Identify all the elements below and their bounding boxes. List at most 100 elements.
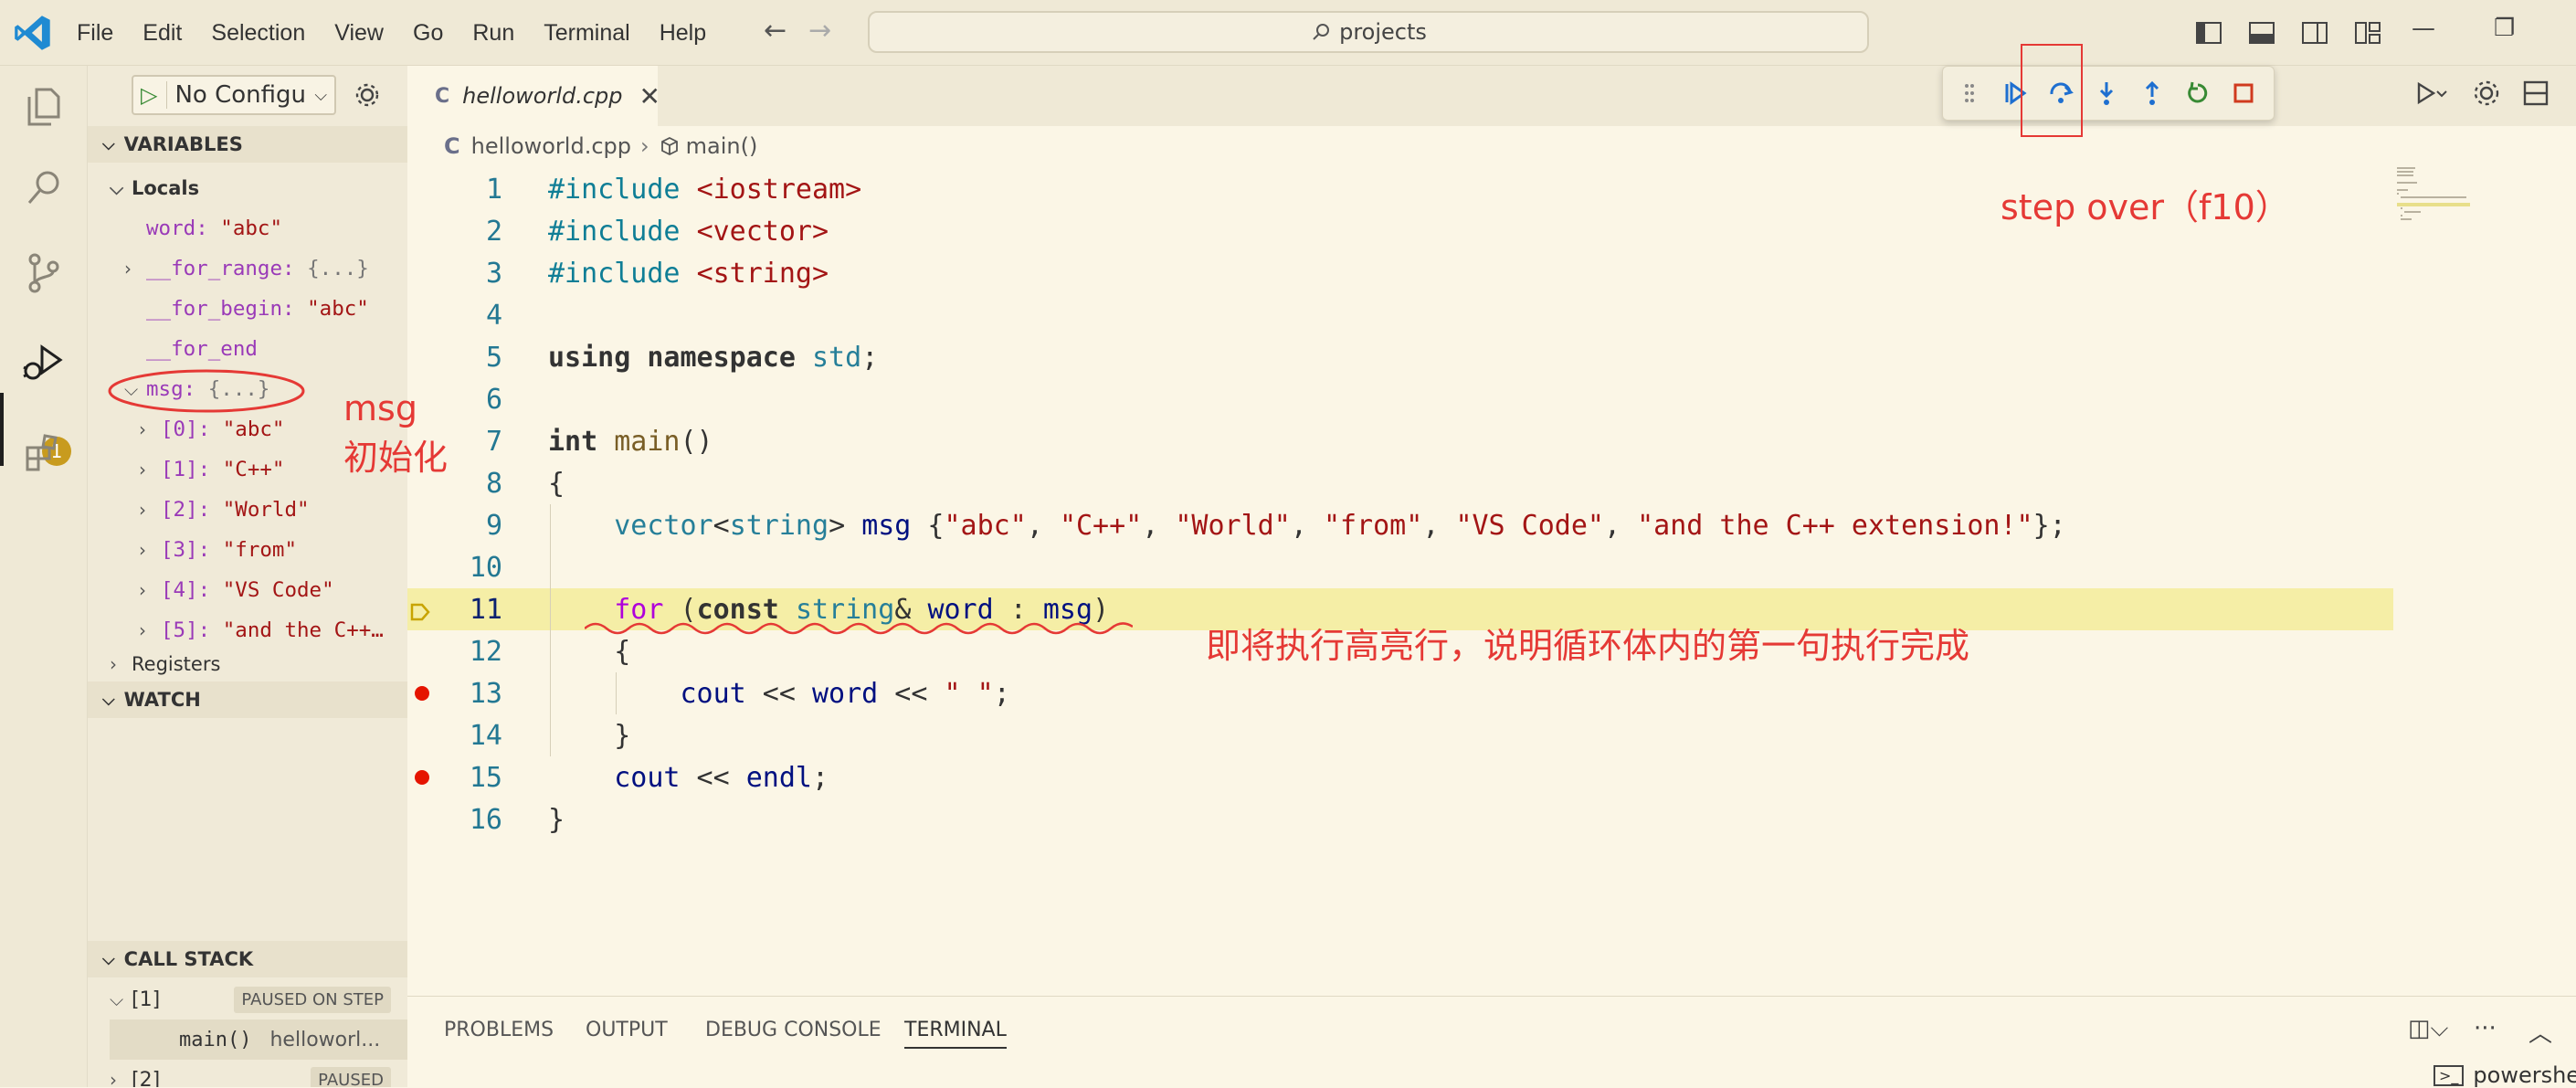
code-line[interactable]: 4	[407, 294, 2393, 336]
menu-selection[interactable]: Selection	[211, 20, 305, 47]
breakpoint-icon[interactable]	[415, 770, 429, 785]
search-icon[interactable]	[20, 164, 68, 212]
code-line[interactable]: 7 int main()	[407, 420, 2393, 462]
variable-name: __for_range	[146, 257, 283, 280]
variable-row[interactable]: › [5]: "and the C++…	[88, 610, 407, 650]
variable-row[interactable]: word: "abc"	[88, 208, 407, 248]
debug-sidebar: ▷ No Configu ⌵ ⌵ VARIABLES ⌵ Locals word: …	[88, 66, 407, 1087]
customize-layout-icon[interactable]	[2351, 16, 2384, 49]
run-and-debug-icon[interactable]	[20, 340, 68, 387]
variable-separator: :	[282, 297, 308, 321]
stop-icon[interactable]	[2228, 77, 2259, 110]
breadcrumb-symbol[interactable]: main()	[686, 133, 758, 159]
step-out-icon[interactable]	[2137, 77, 2168, 110]
extensions-icon[interactable]	[20, 429, 68, 477]
code-line[interactable]: 14 }	[407, 714, 2393, 756]
menu-view[interactable]: View	[334, 20, 384, 47]
start-debugging-icon[interactable]: ▷	[141, 82, 157, 108]
toggle-secondary-sidebar-icon[interactable]	[2298, 16, 2331, 49]
breadcrumb-file[interactable]: helloworld.cpp	[471, 133, 631, 159]
code-line[interactable]: 2 #include <vector>	[407, 210, 2393, 252]
registers-scope[interactable]: › Registers	[88, 650, 407, 678]
thread-row[interactable]: ⌵ [1] PAUSED ON STEP	[88, 979, 407, 1019]
chevron-down-icon[interactable]: ⌵	[307, 86, 334, 105]
more-actions-icon[interactable]: ···	[2474, 1015, 2497, 1042]
code-line[interactable]: 1 #include <iostream>	[407, 168, 2393, 210]
variable-row[interactable]: __for_end	[88, 329, 407, 369]
callstack-header[interactable]: ⌵ CALL STACK	[88, 941, 407, 977]
variable-row[interactable]: __for_begin: "abc"	[88, 289, 407, 329]
chevron-down-icon: ⌵	[102, 690, 115, 710]
status-badge: PAUSED	[311, 1066, 391, 1087]
variable-row[interactable]: › __for_range: {...}	[88, 248, 407, 289]
menu-terminal[interactable]: Terminal	[544, 20, 629, 47]
code-line[interactable]: 5 using namespace std;	[407, 336, 2393, 378]
tab-terminal[interactable]: TERMINAL	[904, 1019, 1007, 1049]
stack-frame-row[interactable]: main() helloworl...	[110, 1019, 407, 1060]
close-icon[interactable]: ✕	[639, 81, 660, 111]
nav-arrows: ←→	[764, 15, 853, 47]
tab-problems[interactable]: PROBLEMS	[444, 1019, 554, 1041]
variable-row[interactable]: › [4]: "VS Code"	[88, 570, 407, 610]
tab-helloworld-cpp[interactable]: C helloworld.cpp ✕	[407, 66, 660, 126]
tab-output[interactable]: OUTPUT	[586, 1019, 668, 1041]
variable-row[interactable]: › [3]: "from"	[88, 530, 407, 570]
explorer-icon[interactable]	[20, 82, 68, 130]
maximize-panel-icon[interactable]: ︿	[2528, 1015, 2552, 1049]
command-center-search[interactable]: projects	[868, 11, 1869, 53]
forward-arrow-icon[interactable]: →	[808, 15, 853, 47]
code-line[interactable]: 16}	[407, 798, 2393, 840]
code-line[interactable]: 10	[407, 546, 2393, 588]
tab-debug-console[interactable]: DEBUG CONSOLE	[705, 1019, 882, 1041]
restart-icon[interactable]	[2182, 77, 2213, 110]
watch-header[interactable]: ⌵ WATCH	[88, 681, 407, 718]
run-configuration[interactable]: ▷ No Configu ⌵	[132, 75, 336, 115]
locals-scope[interactable]: ⌵ Locals	[88, 168, 407, 208]
toggle-panel-icon[interactable]	[2245, 16, 2278, 49]
variable-name: [4]	[161, 578, 198, 602]
minimize-icon[interactable]: —	[2412, 15, 2435, 42]
thread-row[interactable]: › [2] PAUSED	[88, 1060, 407, 1087]
debug-toolbar	[1942, 66, 2275, 121]
restore-icon[interactable]: ❐	[2494, 15, 2515, 42]
menu-go[interactable]: Go	[413, 20, 443, 47]
chevron-right-icon: ›	[110, 1069, 117, 1087]
menu-file[interactable]: File	[77, 20, 113, 47]
back-arrow-icon[interactable]: ←	[764, 15, 808, 47]
config-select[interactable]: No Configu	[166, 81, 307, 109]
variable-value: "abc"	[307, 297, 369, 321]
variable-separator: :	[197, 538, 223, 562]
split-editor-icon[interactable]	[2519, 77, 2552, 110]
toggle-primary-sidebar-icon[interactable]	[2192, 16, 2225, 49]
variables-header[interactable]: ⌵ VARIABLES	[88, 126, 407, 163]
variable-name: [5]	[161, 618, 198, 642]
variable-value: "C++"	[222, 458, 285, 481]
step-into-icon[interactable]	[2091, 77, 2122, 110]
menu-edit[interactable]: Edit	[143, 20, 182, 47]
chevron-right-icon: ›	[139, 499, 146, 521]
code-line[interactable]: 15 cout << endl;	[407, 756, 2393, 798]
code-line[interactable]: 13 cout << word << " ";	[407, 672, 2393, 714]
cpp-file-icon: C	[444, 133, 460, 159]
line-number: 6	[485, 383, 502, 416]
code-line[interactable]: 6	[407, 378, 2393, 420]
settings-gear-icon[interactable]	[2470, 77, 2503, 110]
current-line-arrow-icon	[409, 598, 431, 630]
breakpoint-icon[interactable]	[415, 686, 429, 701]
line-number: 14	[469, 719, 502, 752]
run-debug-dropdown-icon[interactable]	[2402, 77, 2454, 110]
line-number: 2	[485, 215, 502, 248]
code-line[interactable]: 9 vector<string> msg {"abc", "C++", "Wor…	[407, 504, 2393, 546]
code-line[interactable]: 8{	[407, 462, 2393, 504]
drag-handle-icon[interactable]	[1954, 77, 1985, 110]
open-launch-json-gear-icon[interactable]	[353, 80, 382, 110]
menu-help[interactable]: Help	[660, 20, 706, 47]
source-control-icon[interactable]	[20, 248, 68, 296]
code-line[interactable]: 3 #include <string>	[407, 252, 2393, 294]
variable-row[interactable]: › [2]: "World"	[88, 490, 407, 530]
minimap[interactable]	[2397, 163, 2470, 227]
split-terminal-icon[interactable]: ◫⌵	[2408, 1015, 2448, 1043]
menu-run[interactable]: Run	[472, 20, 514, 47]
terminal-instance[interactable]: >_ powershe	[2433, 1062, 2576, 1088]
variable-separator: :	[195, 217, 221, 240]
